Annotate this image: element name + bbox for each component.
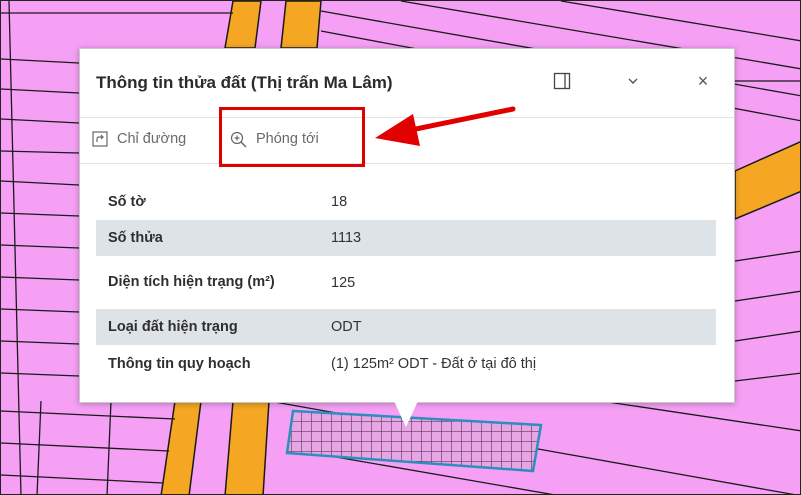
map-viewport[interactable]: Thông tin thửa đất (Thị trấn Ma Lâm) × C… — [0, 0, 801, 495]
annotation-arrow-icon — [375, 106, 516, 146]
